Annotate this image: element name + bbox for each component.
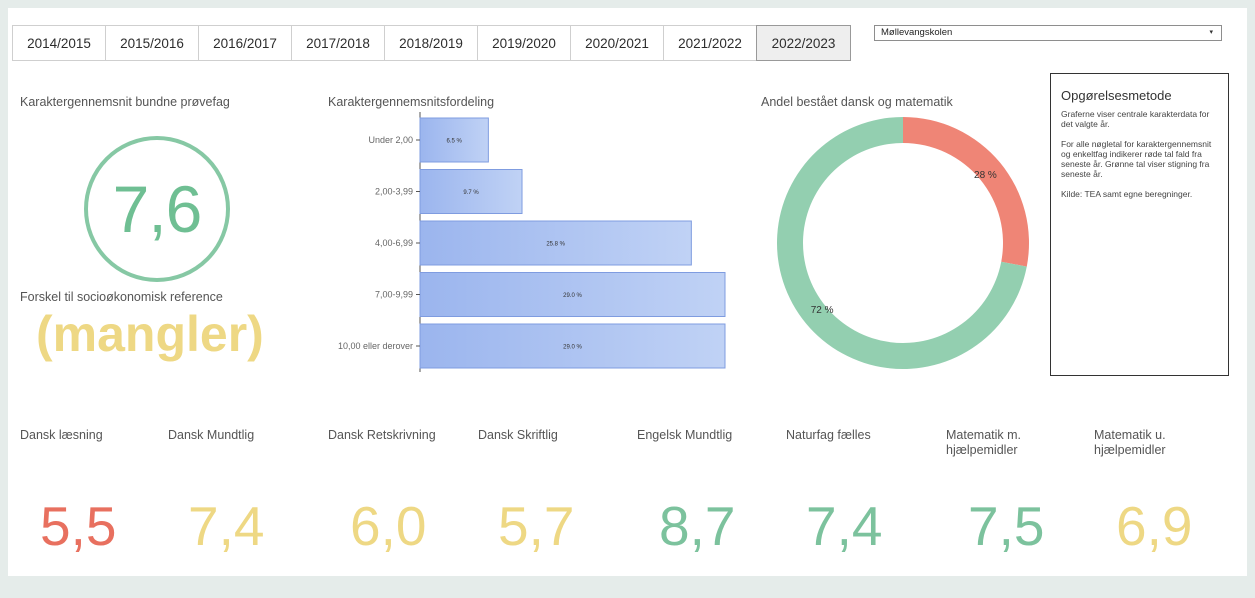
category-label-1: 2,00-3,99 [375,187,413,197]
subject-label-1: Dansk Mundtlig [168,428,255,442]
tab-2018-2019[interactable]: 2018/2019 [385,26,478,60]
info-text-1: Graferne viser centrale karakterdata for… [1061,109,1210,129]
info-text-2: For alle nøgletal for karaktergennemsnit… [1061,139,1212,179]
subject-value-6: 7,5 [968,495,1045,557]
pass-title: Andel bestået dansk og matematik [761,95,953,109]
subject-label-7: Matematik u. hjælpemidler [1094,428,1166,457]
subject-value-2: 6,0 [350,495,427,557]
tab-2020-2021[interactable]: 2020/2021 [571,26,664,60]
category-label-3: 7,00-9,99 [375,290,413,300]
pass-donut-chart: 28 % 72 % [777,117,1029,370]
average-value: 7,6 [112,172,203,246]
tab-2019-2020[interactable]: 2019/2020 [478,26,571,60]
category-label-0: Under 2,00 [368,135,413,145]
tab-2015-2016[interactable]: 2015/2016 [106,26,199,60]
distribution-title: Karaktergennemsnitsfordeling [328,95,495,109]
distribution-chart: Under 2,00 6.5 % 2,00-3,99 9.7 % 4,00-6,99 25… [338,112,726,372]
socio-title: Forskel til socioøkonomisk reference [20,290,223,304]
donut-label-0: 28 % [974,170,997,181]
subject-value-4: 8,7 [659,495,736,557]
subject-value-3: 5,7 [498,495,575,557]
value-label-3: 29.0 % [563,293,582,299]
tab-2014-2015[interactable]: 2014/2015 [13,26,106,60]
value-label-4: 29.0 % [563,345,582,351]
socio-value: (mangler) [36,306,264,362]
info-text-3: Kilde: TEA samt egne beregninger. [1061,189,1193,199]
subject-value-7: 6,9 [1116,495,1193,557]
tab-2022-2023[interactable]: 2022/2023 [756,25,851,61]
tab-2021-2022[interactable]: 2021/2022 [664,26,757,60]
value-label-2: 25.8 % [546,242,565,248]
category-label-4: 10,00 eller derover [338,341,413,351]
chevron-down-icon: ▾ [1209,29,1213,36]
school-select-value: Møllevangskolen [881,27,953,38]
value-label-1: 9.7 % [463,190,479,196]
tab-2017-2018[interactable]: 2017/2018 [292,26,385,60]
subject-value-5: 7,4 [806,495,883,557]
donut-label-1: 72 % [811,305,834,316]
subject-value-0: 5,5 [40,495,117,557]
donut-slice-0 [903,117,1029,267]
subject-label-5: Naturfag fælles [786,428,871,442]
subject-label-3: Dansk Skriftlig [478,428,558,442]
info-heading: Opgørelsesmetode [1061,88,1172,103]
subject-label-4: Engelsk Mundtlig [637,428,733,442]
subject-label-2: Dansk Retskrivning [328,428,436,442]
method-info-box: Opgørelsesmetode Graferne viser centrale… [1050,73,1229,376]
subject-label-0: Dansk læsning [20,428,103,442]
year-tabs: 2014/2015 2015/2016 2016/2017 2017/2018 2018… [12,25,851,61]
category-label-2: 4,00-6,99 [375,238,413,248]
average-title: Karaktergennemsnit bundne prøvefag [20,95,230,109]
school-select[interactable]: Møllevangskolen ▾ [874,25,1222,41]
value-label-0: 6.5 % [447,139,463,145]
subject-label-6: Matematik m. hjælpemidler [946,428,1022,457]
subject-value-1: 7,4 [188,495,265,557]
average-gauge: 7,6 [84,136,230,282]
tab-2016-2017[interactable]: 2016/2017 [199,26,292,60]
